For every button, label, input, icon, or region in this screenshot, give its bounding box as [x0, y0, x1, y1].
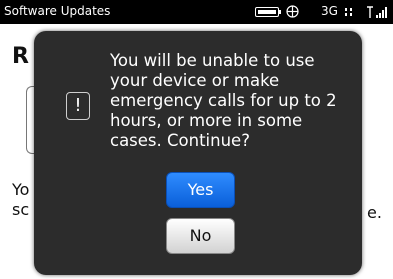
status-title: Software Updates: [4, 4, 111, 18]
page-heading: R: [12, 44, 29, 69]
background-text-line-1: Yo: [12, 180, 30, 199]
background-text-line-2-end: e.: [367, 203, 382, 222]
battery-icon: [255, 7, 281, 17]
no-button[interactable]: No: [166, 218, 235, 254]
yes-button[interactable]: Yes: [166, 172, 235, 208]
alert-icon: !: [66, 92, 90, 120]
signal-strength-icon: [367, 6, 387, 18]
background-text-line-2: sc: [12, 200, 30, 219]
globe-icon: [286, 5, 299, 18]
data-arrows-icon: [345, 8, 352, 16]
network-type-label: 3G: [321, 4, 338, 18]
dialog-message: You will be unable to use your device or…: [110, 51, 337, 150]
status-bar: Software Updates 3G: [0, 0, 393, 24]
confirmation-dialog: ! You will be unable to use your device …: [34, 31, 362, 275]
